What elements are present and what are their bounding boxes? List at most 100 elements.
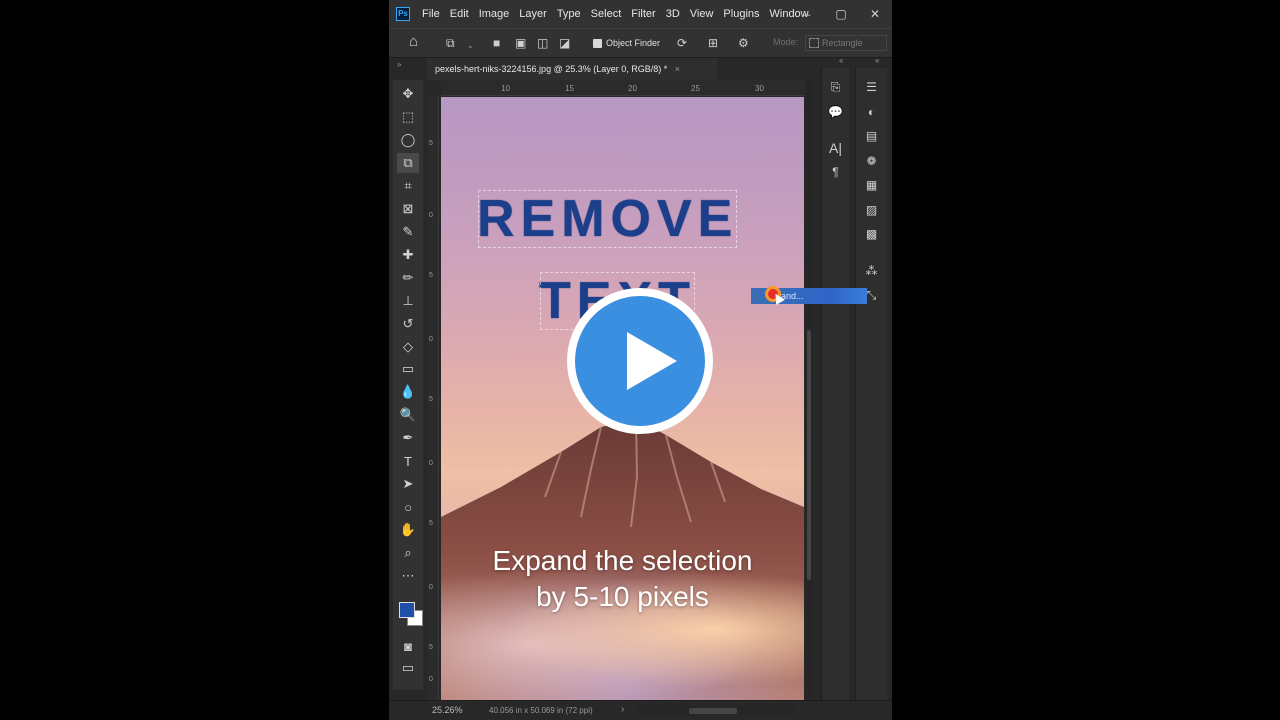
dodge-tool-icon[interactable]: 🔍 [397,405,419,425]
menu-edit[interactable]: Edit [450,8,469,20]
caption-line-2: by 5-10 pixels [536,581,709,612]
patterns-icon[interactable]: ▩ [856,227,887,241]
gear-icon[interactable]: ⚙ [738,36,749,50]
subtract-from-selection-icon[interactable]: ◫ [537,36,548,50]
menu-select[interactable]: Select [591,8,622,20]
status-menu-arrow-icon[interactable]: › [621,704,624,715]
move-tool-icon[interactable]: ✥ [397,84,419,104]
object-selection-preset-icon[interactable]: ⧉ [446,36,455,50]
ruler-tick: 5 [429,396,433,403]
eyedropper-tool-icon[interactable]: ✎ [397,222,419,242]
document-tab[interactable]: pexels-hert-niks-3224156.jpg @ 25.3% (La… [427,58,717,80]
menu-type[interactable]: Type [557,8,581,20]
collapse-dock-1-icon[interactable]: « [839,56,843,65]
object-selection-tool-icon[interactable]: ⧉ [397,153,419,173]
ruler-tick: 5 [429,140,433,147]
object-finder-checkbox[interactable] [593,39,602,48]
paragraph-icon[interactable]: ¶ [822,165,849,179]
ruler-tick: 5 [429,520,433,527]
path-selection-tool-icon[interactable]: ➤ [397,474,419,494]
history-brush-tool-icon[interactable]: ↺ [397,314,419,334]
vertical-ruler[interactable]: 5 0 5 0 5 0 5 0 5 0 [427,96,439,700]
panel-dock-2: ☰ ◐ ▤ ❁ ▦ ▨ ▩ ⁂ ⤡ [855,68,887,708]
video-play-button[interactable] [567,288,713,434]
headline-remove: REMOVE [477,190,739,248]
options-bar: ⌂ ⧉ ⌄ ■ ▣ ◫ ◪ Object Finder ⟳ ⊞ ⚙ Mode: … [389,28,892,58]
ruler-tick: 20 [628,84,637,93]
foreground-color-swatch[interactable] [399,602,415,618]
menu-bar: Ps File Edit Image Layer Type Select Fil… [389,0,892,28]
eraser-tool-icon[interactable]: ◇ [397,337,419,357]
collapse-toolbar-icon[interactable]: » [397,60,401,69]
panel-dock-1: ⎘ 💬 A| ¶ [821,68,849,708]
horizontal-ruler[interactable]: 10 15 20 25 30 [441,80,811,96]
vertical-scrollbar-thumb[interactable] [807,330,811,580]
menu-3d[interactable]: 3D [666,8,680,20]
crop-tool-icon[interactable]: ⌗ [397,176,419,196]
lasso-tool-icon[interactable]: ◯ [397,130,419,150]
mode-select[interactable]: Rectangle [805,35,887,51]
more-tools-tool-icon[interactable]: ⋯ [397,566,419,586]
object-finder-label: Object Finder [606,38,661,48]
comment-icon[interactable]: 💬 [822,105,849,119]
menu-filter[interactable]: Filter [631,8,655,20]
ruler-tick: 10 [501,84,510,93]
home-icon[interactable]: ⌂ [409,34,418,49]
horizontal-scrollbar-thumb[interactable] [689,708,737,714]
menu-layer[interactable]: Layer [519,8,547,20]
close-button[interactable]: ✕ [858,7,892,21]
hand-tool-icon[interactable]: ✋ [397,520,419,540]
ellipse-tool-icon[interactable]: ○ [397,497,419,517]
intersect-selection-icon[interactable]: ◪ [559,36,570,50]
document-tab-row: » pexels-hert-niks-3224156.jpg @ 25.3% (… [389,56,892,80]
pen-tool-icon[interactable]: ✒ [397,428,419,448]
chevron-down-icon[interactable]: ⌄ [467,39,474,53]
ruler-tick: 0 [429,460,433,467]
type-tool-icon[interactable]: T [397,451,419,471]
zoom-level[interactable]: 25.26% [432,705,463,715]
adjustments-icon[interactable]: ◐ [856,105,887,119]
menu-plugins[interactable]: Plugins [723,8,759,20]
ruler-tick: 5 [429,644,433,651]
quick-mask-icon[interactable]: ◙ [397,636,419,656]
screen-mode-icon[interactable]: ▭ [397,658,419,678]
healing-brush-tool-icon[interactable]: ✚ [397,245,419,265]
frame-tool-icon[interactable]: ⊠ [397,199,419,219]
refresh-icon[interactable]: ⟳ [677,36,687,50]
channels-icon[interactable]: ⁂ [856,264,887,278]
add-to-selection-icon[interactable]: ▣ [515,36,526,50]
cloud-layer [441,557,804,703]
gradient-tool-icon[interactable]: ▭ [397,359,419,379]
ruler-tick: 0 [429,212,433,219]
blur-tool-icon[interactable]: 💧 [397,382,419,402]
menu-file[interactable]: File [422,8,440,20]
ruler-tick: 0 [429,336,433,343]
marquee-tool-icon[interactable]: ⬚ [397,107,419,127]
minimize-button[interactable]: – [790,7,824,21]
color-icon[interactable]: ❁ [856,154,887,168]
character-icon[interactable]: A| [822,140,849,156]
menu-view[interactable]: View [690,8,714,20]
zoom-tool-icon[interactable]: ⌕ [397,543,419,563]
vertical-scrollbar[interactable] [805,80,813,700]
brush-tool-icon[interactable]: ✏ [397,268,419,288]
libraries-icon[interactable]: ▤ [856,129,887,143]
clone-stamp-tool-icon[interactable]: ⊥ [397,291,419,311]
rectangle-mode-icon [809,38,819,48]
horizontal-scrollbar[interactable] [637,706,797,716]
properties-icon[interactable]: ☰ [856,80,887,94]
swatches-icon[interactable]: ▦ [856,178,887,192]
document-tab-title: pexels-hert-niks-3224156.jpg @ 25.3% (La… [435,64,668,74]
ruler-tick: 5 [429,272,433,279]
gradients-icon[interactable]: ▨ [856,203,887,217]
history-icon[interactable]: ⎘ [822,80,849,95]
document-dimensions: 40.056 in x 50.069 in (72 ppi) [489,706,593,715]
close-tab-icon[interactable]: × [675,64,680,74]
menu-image[interactable]: Image [479,8,510,20]
collapse-dock-2-icon[interactable]: « [875,56,879,65]
show-all-objects-icon[interactable]: ⊞ [708,36,718,50]
play-icon [627,332,677,390]
new-selection-icon[interactable]: ■ [493,36,500,50]
maximize-button[interactable]: ▢ [824,7,858,21]
ruler-tick: 0 [429,584,433,591]
